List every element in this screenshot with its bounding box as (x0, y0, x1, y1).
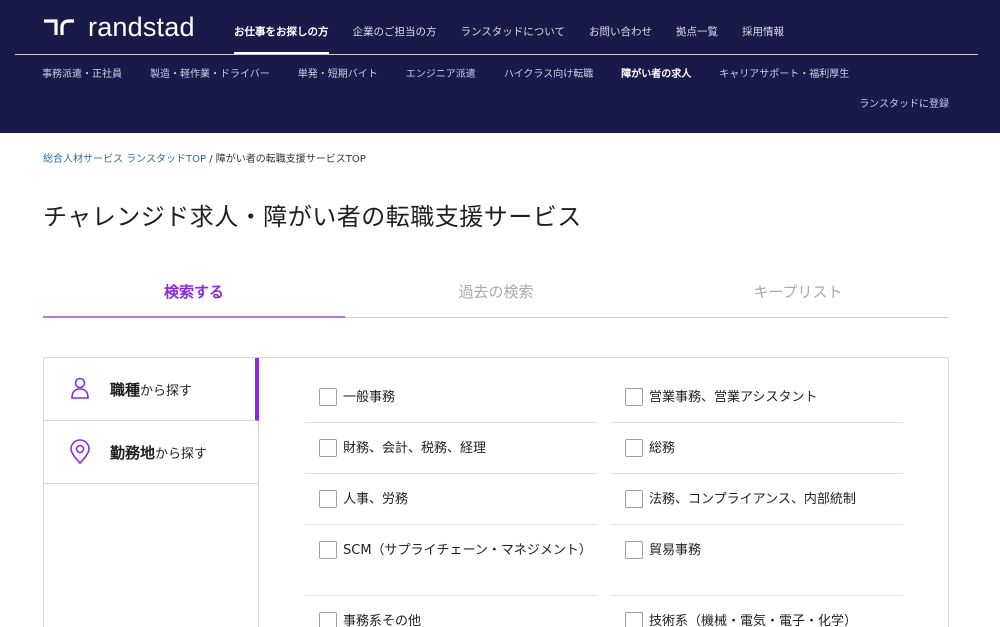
job-option-hr[interactable]: 人事、労務 (305, 474, 597, 525)
sub-nav-disability[interactable]: 障がい者の求人 (607, 55, 705, 95)
checkbox[interactable] (625, 439, 643, 457)
sub-nav-manufacturing[interactable]: 製造・軽作業・ドライバー (136, 55, 284, 95)
search-by-job-type[interactable]: 職種から探す (44, 358, 259, 421)
checkbox[interactable] (625, 490, 643, 508)
checkbox[interactable] (319, 388, 337, 406)
top-nav-job-seekers[interactable]: お仕事をお探しの方 (222, 0, 341, 55)
search-by-location[interactable]: 勤務地から探す (44, 421, 259, 484)
option-label: 財務、会計、税務、経理 (343, 441, 487, 456)
job-option-accounting[interactable]: 財務、会計、税務、経理 (305, 423, 597, 474)
job-option-general-affairs[interactable]: 総務 (611, 423, 903, 474)
sub-nav-high-class[interactable]: ハイクラス向け転職 (490, 55, 607, 95)
logo-text: randstad (88, 11, 195, 42)
person-icon (71, 377, 89, 399)
checkbox[interactable] (319, 490, 337, 508)
location-pin-icon (70, 439, 90, 465)
top-nav-about[interactable]: ランスタッドについて (449, 0, 577, 55)
job-option-technical[interactable]: 技術系（機械・電気・電子・化学） (611, 596, 903, 627)
top-nav: お仕事をお探しの方 企業のご担当の方 ランスタッドについて お問い合わせ 拠点一… (222, 0, 796, 55)
top-nav-companies[interactable]: 企業のご担当の方 (341, 0, 449, 55)
sub-nav-short-term[interactable]: 単発・短期バイト (284, 55, 392, 95)
option-label: 営業事務、営業アシスタント (649, 390, 818, 405)
option-label: 事務系その他 (343, 614, 422, 627)
checkbox[interactable] (625, 541, 643, 559)
job-option-scm[interactable]: SCM（サプライチェーン・マネジメント） (305, 525, 597, 596)
option-label: 法務、コンプライアンス、内部統制 (649, 492, 856, 507)
search-panel: 職種から探す 勤務地から探す 一般事務 財務、会計、税務、経理 人事、労務 SC… (43, 357, 949, 627)
tab-keep-list[interactable]: キープリスト (647, 270, 949, 317)
option-label: 人事、労務 (343, 492, 409, 507)
sub-nav-office[interactable]: 事務派遣・正社員 (28, 55, 136, 95)
job-category-column-left: 一般事務 財務、会計、税務、経理 人事、労務 SCM（サプライチェーン・マネジメ… (305, 372, 597, 627)
option-label: 総務 (649, 441, 676, 456)
option-label: SCM（サプライチェーン・マネジメント） (343, 543, 592, 558)
tab-search[interactable]: 検索する (43, 270, 345, 318)
checkbox[interactable] (319, 541, 337, 559)
location-label: 勤務地から探す (110, 443, 208, 462)
site-header: randstad お仕事をお探しの方 企業のご担当の方 ランスタッドについて お… (0, 0, 1000, 133)
page-title: チャレンジド求人・障がい者の転職支援サービス (43, 203, 582, 231)
checkbox[interactable] (319, 612, 337, 627)
search-type-menu: 職種から探す 勤務地から探す (44, 358, 259, 627)
randstad-logo-icon (44, 19, 74, 35)
breadcrumb-separator: / (209, 154, 213, 165)
job-category-column-right: 営業事務、営業アシスタント 総務 法務、コンプライアンス、内部統制 貿易事務 技… (611, 372, 903, 627)
breadcrumb-current: 障がい者の転職支援サービスTOP (215, 154, 366, 165)
search-tabs: 検索する 過去の検索 キープリスト (43, 270, 949, 318)
top-nav-contact[interactable]: お問い合わせ (577, 0, 664, 55)
breadcrumb: 総合人材サービス ランスタッドTOP / 障がい者の転職支援サービスTOP (43, 150, 366, 165)
randstad-logo[interactable]: randstad (42, 12, 195, 42)
top-nav-careers[interactable]: 採用情報 (730, 0, 796, 55)
job-option-legal[interactable]: 法務、コンプライアンス、内部統制 (611, 474, 903, 525)
checkbox[interactable] (625, 612, 643, 627)
register-link[interactable]: ランスタッドに登録 (859, 95, 949, 110)
job-type-label: 職種から探す (110, 380, 193, 399)
sub-nav-engineer[interactable]: エンジニア派遣 (392, 55, 490, 95)
option-label: 技術系（機械・電気・電子・化学） (649, 614, 858, 627)
breadcrumb-home-link[interactable]: 総合人材サービス ランスタッドTOP (43, 154, 206, 165)
job-option-other-office[interactable]: 事務系その他 (305, 596, 597, 627)
job-option-sales-assistant[interactable]: 営業事務、営業アシスタント (611, 372, 903, 423)
checkbox[interactable] (319, 439, 337, 457)
option-label: 一般事務 (343, 390, 396, 405)
checkbox[interactable] (625, 388, 643, 406)
job-option-general-office[interactable]: 一般事務 (305, 372, 597, 423)
top-nav-locations[interactable]: 拠点一覧 (664, 0, 730, 55)
side-menu-spacer (44, 484, 259, 627)
sub-nav-career-support[interactable]: キャリアサポート・福利厚生 (705, 55, 863, 95)
tab-history[interactable]: 過去の検索 (345, 270, 647, 317)
option-label: 貿易事務 (649, 543, 702, 558)
sub-nav: 事務派遣・正社員 製造・軽作業・ドライバー 単発・短期バイト エンジニア派遣 ハ… (28, 55, 863, 95)
job-option-trade[interactable]: 貿易事務 (611, 525, 903, 596)
